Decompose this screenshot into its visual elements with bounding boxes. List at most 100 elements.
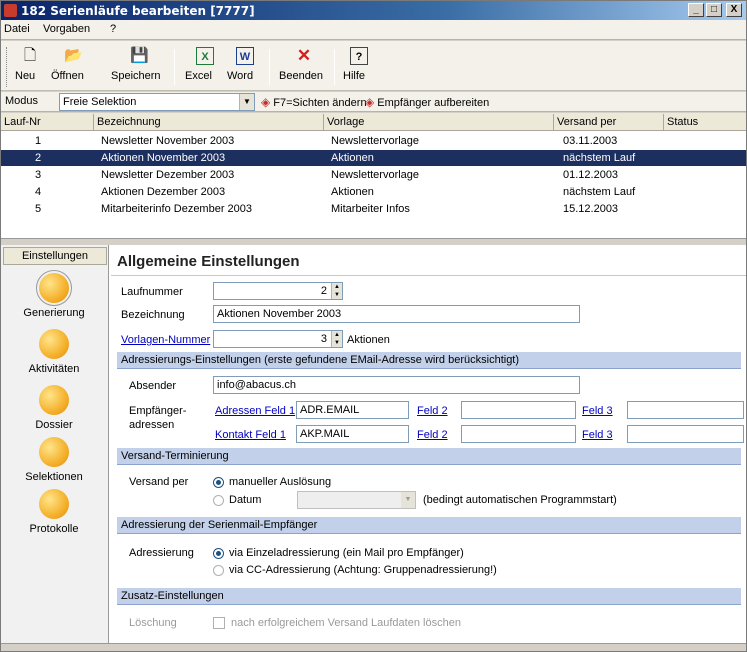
radio-manuell[interactable] xyxy=(213,477,224,488)
col-versand[interactable]: Versand per xyxy=(557,116,616,128)
modus-label: Modus xyxy=(5,95,39,107)
cell-bezeichnung: Aktionen November 2003 xyxy=(101,152,226,164)
window-title: 182 Serienläufe bearbeiten [7777] xyxy=(21,4,255,18)
cell-versand: nächstem Lauf xyxy=(563,186,636,198)
empfaenger-action[interactable]: ◈ Empfänger aufbereiten xyxy=(365,95,489,109)
bezeichnung-input[interactable]: Aktionen November 2003 xyxy=(213,305,580,323)
kontakt-feld2-input[interactable] xyxy=(461,425,576,443)
table-header: Lauf-Nr Bezeichnung Vorlage Versand per … xyxy=(1,113,746,131)
adressen-feld2-input[interactable] xyxy=(461,401,576,419)
lauf-table: Lauf-Nr Bezeichnung Vorlage Versand per … xyxy=(1,113,746,239)
radio-cc-label: via CC-Adressierung (Achtung: Gruppenadr… xyxy=(229,564,497,576)
menu-vorgaben[interactable]: Vorgaben xyxy=(43,23,90,35)
table-row-selected[interactable]: 2 Aktionen November 2003 Aktionen nächst… xyxy=(1,150,746,166)
new-button[interactable]: 🗋 Neu xyxy=(15,47,45,87)
table-row[interactable]: 1 Newsletter November 2003 Newslettervor… xyxy=(1,133,746,149)
nav-header[interactable]: Einstellungen xyxy=(3,247,107,265)
save-button[interactable]: 💾 Speichern xyxy=(111,47,167,87)
spin-arrows-icon[interactable]: ▲ ▼ xyxy=(331,331,342,347)
vorlagen-nummer-link[interactable]: Vorlagen-Nummer xyxy=(121,334,210,346)
section-adressierung: Adressierungs-Einstellungen (erste gefun… xyxy=(117,352,741,369)
cell-vorlage: Newslettervorlage xyxy=(331,135,420,147)
table-row[interactable]: 4 Aktionen Dezember 2003 Aktionen nächst… xyxy=(1,184,746,200)
col-bezeichnung[interactable]: Bezeichnung xyxy=(97,116,161,128)
cell-nr: 4 xyxy=(35,186,42,198)
table-row[interactable]: 5 Mitarbeiterinfo Dezember 2003 Mitarbei… xyxy=(1,201,746,217)
menu-help[interactable]: ? xyxy=(110,23,116,35)
nav-item-aktivitaeten[interactable]: Aktivitäten xyxy=(1,329,107,375)
cell-nr: 5 xyxy=(35,203,42,215)
close-x-icon: ✕ xyxy=(296,46,312,65)
cell-versand: nächstem Lauf xyxy=(563,152,636,164)
kontakt-feld1-input[interactable]: AKP.MAIL xyxy=(296,425,409,443)
cell-bezeichnung: Newsletter Dezember 2003 xyxy=(101,169,235,181)
cell-versand: 01.12.2003 xyxy=(563,169,619,181)
kontakt-feld1-link[interactable]: Kontakt Feld 1 xyxy=(215,429,286,441)
radio-datum[interactable] xyxy=(213,495,224,506)
versand-per-label: Versand per xyxy=(129,476,189,488)
minimize-button[interactable]: _ xyxy=(688,3,704,17)
radio-einzel[interactable] xyxy=(213,548,224,559)
menu-datei[interactable]: Datei xyxy=(4,23,30,35)
cell-bezeichnung: Aktionen Dezember 2003 xyxy=(101,186,226,198)
datum-select[interactable]: ▼ xyxy=(297,491,416,509)
loeschung-checkbox[interactable] xyxy=(213,617,225,629)
chevron-down-icon: ▼ xyxy=(239,94,254,110)
laufnummer-stepper[interactable]: 2 ▲ ▼ xyxy=(213,282,343,300)
col-divider xyxy=(93,114,94,130)
cell-versand: 03.11.2003 xyxy=(563,135,618,147)
loeschung-label: Löschung xyxy=(129,617,177,629)
adressen-feld3-link[interactable]: Feld 3 xyxy=(582,405,613,417)
maximize-button[interactable]: □ xyxy=(706,3,722,17)
settings-nav: Einstellungen Generierung Aktivitäten Do… xyxy=(1,245,109,643)
kontakt-feld2-link[interactable]: Feld 2 xyxy=(417,429,448,441)
sichten-action[interactable]: ◈ F7=Sichten ändern xyxy=(261,95,367,109)
absender-input[interactable]: info@abacus.ch xyxy=(213,376,580,394)
cell-nr: 2 xyxy=(35,152,42,164)
cell-bezeichnung: Mitarbeiterinfo Dezember 2003 xyxy=(101,203,253,215)
spin-arrows-icon[interactable]: ▲ ▼ xyxy=(331,283,342,299)
cell-vorlage: Aktionen xyxy=(331,186,374,198)
adressen-feld3-input[interactable] xyxy=(627,401,744,419)
dossier-icon xyxy=(39,385,69,415)
vorlagen-nummer-stepper[interactable]: 3 ▲ ▼ xyxy=(213,330,343,348)
nav-item-generierung[interactable]: Generierung xyxy=(1,270,107,319)
nav-item-protokolle[interactable]: Protokolle xyxy=(1,489,107,535)
vorlagen-name: Aktionen xyxy=(347,334,390,346)
word-icon: W xyxy=(236,47,254,65)
aktivitaeten-icon xyxy=(39,329,69,359)
open-button[interactable]: 📂 Öffnen xyxy=(51,47,95,87)
cell-vorlage: Mitarbeiter Infos xyxy=(331,203,410,215)
adressen-feld1-input[interactable]: ADR.EMAIL xyxy=(296,401,409,419)
toolbar: 🗋 Neu 📂 Öffnen 💾 Speichern X Excel W Wor… xyxy=(1,41,746,91)
toolbar-grip xyxy=(6,47,9,87)
close-button[interactable]: X xyxy=(726,3,742,17)
quit-button[interactable]: ✕ Beenden xyxy=(279,47,329,87)
toolbar-separator xyxy=(269,49,270,85)
adressen-feld2-link[interactable]: Feld 2 xyxy=(417,405,448,417)
radio-datum-label: Datum xyxy=(229,494,262,506)
settings-content: Allgemeine Einstellungen Laufnummer 2 ▲ ▼… xyxy=(111,245,746,643)
nav-item-selektionen[interactable]: Selektionen xyxy=(1,437,107,483)
kontakt-feld3-input[interactable] xyxy=(627,425,744,443)
col-status[interactable]: Status xyxy=(667,116,698,128)
modus-select[interactable]: Freie Selektion ▼ xyxy=(59,93,255,111)
kontakt-feld3-link[interactable]: Feld 3 xyxy=(582,429,613,441)
table-row[interactable]: 3 Newsletter Dezember 2003 Newslettervor… xyxy=(1,167,746,183)
absender-label: Absender xyxy=(129,380,177,392)
cell-vorlage: Aktionen xyxy=(331,152,374,164)
floppy-disk-icon: 💾 xyxy=(130,47,149,64)
col-vorlage[interactable]: Vorlage xyxy=(327,116,364,128)
generierung-icon xyxy=(36,270,72,306)
adressen-feld1-link[interactable]: Adressen Feld 1 xyxy=(215,405,295,417)
laufnummer-label: Laufnummer xyxy=(121,286,183,298)
excel-button[interactable]: X Excel xyxy=(185,47,225,87)
radio-cc[interactable] xyxy=(213,565,224,576)
help-button[interactable]: ? Hilfe xyxy=(343,47,375,87)
status-bar xyxy=(1,643,746,651)
word-button[interactable]: W Word xyxy=(227,47,263,87)
protokolle-icon xyxy=(39,489,69,519)
col-lauf-nr[interactable]: Lauf-Nr xyxy=(4,116,41,128)
section-terminierung: Versand-Terminierung xyxy=(117,448,741,465)
nav-item-dossier[interactable]: Dossier xyxy=(1,385,107,431)
